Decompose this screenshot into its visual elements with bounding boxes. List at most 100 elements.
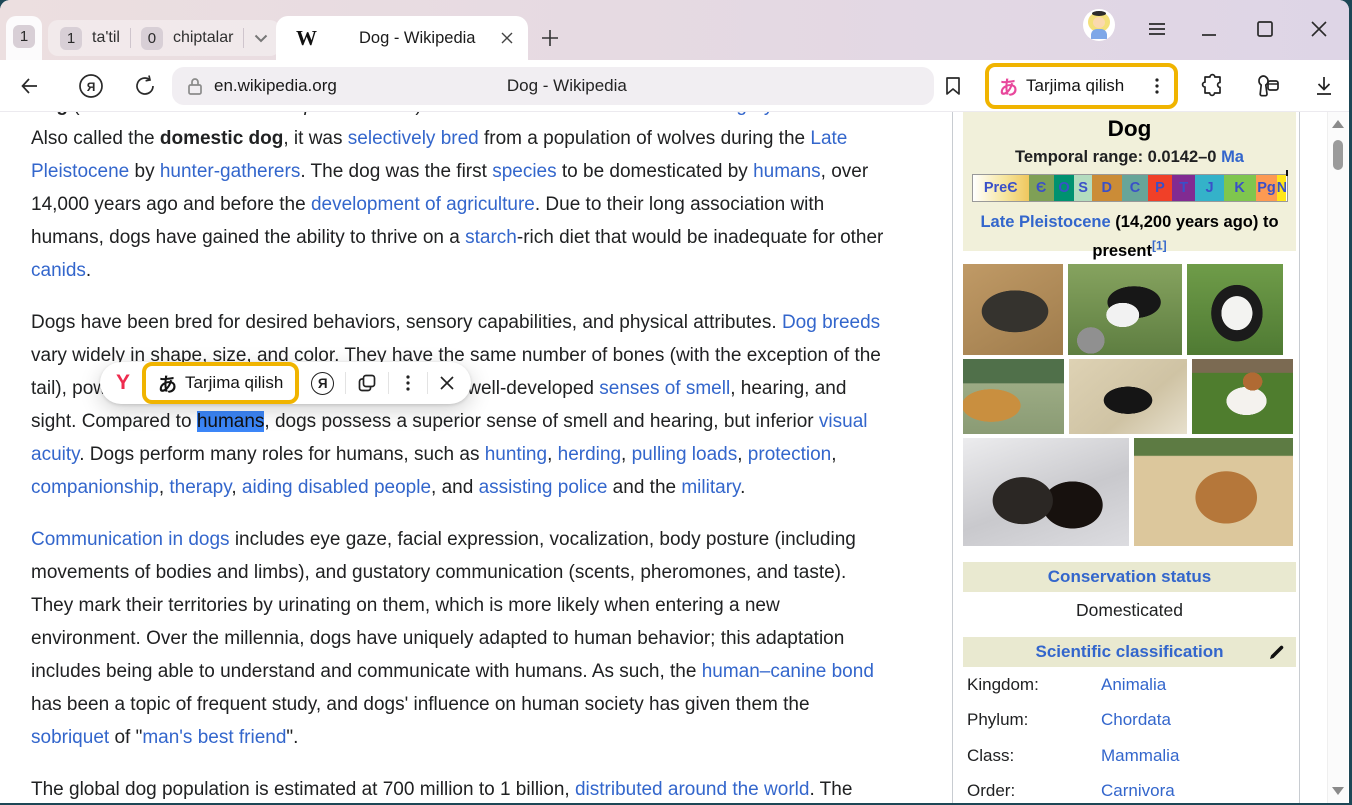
black-dog-in-snowy-field-image[interactable] <box>1069 359 1187 434</box>
popup-translate-button[interactable]: あ Tarjima qilish <box>142 362 299 404</box>
wiki-link[interactable]: hunting <box>485 444 547 465</box>
text-line: Dogs have been bred for desired behavior… <box>31 306 944 339</box>
wiki-link[interactable]: humans <box>753 161 821 182</box>
wiki-link[interactable]: selectively bred <box>348 128 479 149</box>
wiki-link[interactable]: Dog breeds <box>782 312 880 333</box>
tab-group-chevron-icon[interactable] <box>254 34 268 43</box>
address-bar[interactable]: en.wikipedia.org Dog - Wikipedia <box>172 67 934 105</box>
yandex-logo[interactable]: Y <box>116 371 130 395</box>
close-button[interactable] <box>1308 18 1330 40</box>
scrollbar-thumb[interactable] <box>1333 140 1343 170</box>
timescale-segment-o[interactable]: O <box>1054 175 1075 201</box>
wiki-link[interactable]: human–canine bond <box>702 661 874 682</box>
timescale-segment-pg[interactable]: Pg <box>1256 175 1278 201</box>
sled-dogs-in-snow-image[interactable] <box>963 438 1129 546</box>
golden-retriever-in-water-image[interactable] <box>963 359 1064 434</box>
text-segment: domestic dog <box>160 128 284 149</box>
group-tab-label[interactable]: chiptalar <box>173 29 233 47</box>
reload-icon[interactable] <box>132 73 158 99</box>
wiki-link[interactable]: military <box>681 477 740 498</box>
text-segment: Dog <box>31 112 68 116</box>
geologic-timescale[interactable]: PreЄЄOSDCPTJKPgN <box>973 175 1287 201</box>
scientific-classification-header[interactable]: Scientific classification <box>963 637 1296 667</box>
tab-dog-wikipedia[interactable]: W Dog - Wikipedia <box>276 16 528 60</box>
scientific-classification-link[interactable]: Scientific classification <box>1035 642 1223 662</box>
timescale-segment-k[interactable]: K <box>1224 175 1256 201</box>
text-segment: Canis lupus familiaris <box>236 112 416 116</box>
wiki-link[interactable]: Communication in dogs <box>31 529 230 550</box>
maximize-button[interactable] <box>1254 18 1276 40</box>
minimize-button[interactable] <box>1198 18 1220 40</box>
jack-russell-terrier-image[interactable] <box>1192 359 1293 434</box>
wiki-link[interactable]: Late Pleistocene <box>980 213 1110 231</box>
extensions-icon[interactable] <box>1200 73 1226 99</box>
running-merle-dog-image[interactable] <box>963 264 1063 355</box>
wiki-link[interactable]: acuity <box>31 444 79 465</box>
yandex-start-icon[interactable]: Я <box>78 73 104 99</box>
wiki-link[interactable]: pulling loads <box>632 444 738 465</box>
timescale-segment-t[interactable]: T <box>1172 175 1196 201</box>
page-scrollbar[interactable] <box>1327 112 1348 803</box>
wiki-link[interactable]: species <box>492 161 556 182</box>
conservation-status-link[interactable]: Conservation status <box>1048 567 1211 587</box>
downloads-icon[interactable] <box>1312 74 1336 98</box>
wiki-link[interactable]: companionship <box>31 477 159 498</box>
timescale-segment-p[interactable]: P <box>1148 175 1172 201</box>
yandex-search-icon[interactable]: Я <box>311 372 334 395</box>
scroll-down-arrow[interactable] <box>1332 787 1344 795</box>
classification-value-link[interactable]: Mammalia <box>1101 746 1179 766</box>
wiki-link[interactable]: senses of smell <box>599 378 730 399</box>
classification-value-link[interactable]: Chordata <box>1101 710 1171 730</box>
timescale-segment-c[interactable]: C <box>1122 175 1148 201</box>
wiki-link[interactable]: canids <box>31 260 86 281</box>
wiki-link[interactable]: development of agriculture <box>311 194 535 215</box>
wiki-link[interactable]: protection <box>748 444 831 465</box>
wiki-link[interactable]: Pleistocene <box>31 161 129 182</box>
translate-menu-icon[interactable] <box>1148 76 1166 96</box>
back-icon[interactable] <box>18 74 42 98</box>
timescale-segment-n[interactable]: N <box>1277 175 1286 201</box>
translate-button[interactable]: あ Tarjima qilish <box>985 63 1178 109</box>
wiki-link[interactable]: [1] <box>1152 239 1167 253</box>
classification-row: Phylum:Chordata <box>963 703 1296 739</box>
wiki-link[interactable]: visual <box>819 411 868 432</box>
copy-icon[interactable] <box>357 373 377 393</box>
wiki-link[interactable]: Late <box>810 128 847 149</box>
tab-group[interactable]: 1ta'til0chiptalar <box>48 20 280 56</box>
classification-value-link[interactable]: Animalia <box>1101 675 1166 695</box>
tab-close-icon[interactable] <box>500 31 514 45</box>
ma-link[interactable]: Ma <box>1221 148 1244 166</box>
pinned-tab[interactable]: 1 <box>6 16 42 60</box>
wiki-link[interactable]: man's best friend <box>142 727 286 748</box>
wiki-link[interactable]: distributed around the world <box>575 779 809 800</box>
timescale-segment-preє[interactable]: PreЄ <box>973 175 1029 201</box>
wiki-link[interactable]: therapy <box>169 477 231 498</box>
timescale-segment-d[interactable]: D <box>1092 175 1122 201</box>
group-tab-label[interactable]: ta'til <box>92 29 120 47</box>
timescale-segment-j[interactable]: J <box>1195 175 1223 201</box>
japanese-chin-on-lawn-image[interactable] <box>1187 264 1283 355</box>
popup-more-icon[interactable] <box>400 373 416 393</box>
new-tab-button[interactable] <box>534 22 566 54</box>
dog-nursing-puppies-on-beach-image[interactable] <box>1134 438 1293 546</box>
passwords-icon[interactable] <box>1254 73 1282 99</box>
conservation-status-header[interactable]: Conservation status <box>963 562 1296 592</box>
wiki-link[interactable]: gray wolf <box>736 112 812 116</box>
scroll-up-arrow[interactable] <box>1332 120 1344 128</box>
wiki-link[interactable]: assisting police <box>479 477 608 498</box>
wiki-link[interactable]: hunter-gatherers <box>160 161 300 182</box>
black-and-white-dog-on-grass-image[interactable] <box>1068 264 1182 355</box>
bookmark-icon[interactable] <box>943 75 963 97</box>
classification-value-link[interactable]: Carnivora <box>1101 781 1175 801</box>
wiki-link[interactable]: aiding disabled people <box>242 477 431 498</box>
timescale-segment-є[interactable]: Є <box>1029 175 1054 201</box>
menu-icon[interactable] <box>1146 18 1168 40</box>
selected-text: humans <box>197 411 265 432</box>
wiki-link[interactable]: herding <box>558 444 621 465</box>
wiki-link[interactable]: sobriquet <box>31 727 109 748</box>
wiki-link[interactable]: starch <box>465 227 517 248</box>
edit-pencil-icon[interactable] <box>1268 643 1286 661</box>
popup-close-icon[interactable] <box>439 375 455 391</box>
timescale-segment-s[interactable]: S <box>1074 175 1091 201</box>
profile-avatar[interactable] <box>1083 9 1115 41</box>
